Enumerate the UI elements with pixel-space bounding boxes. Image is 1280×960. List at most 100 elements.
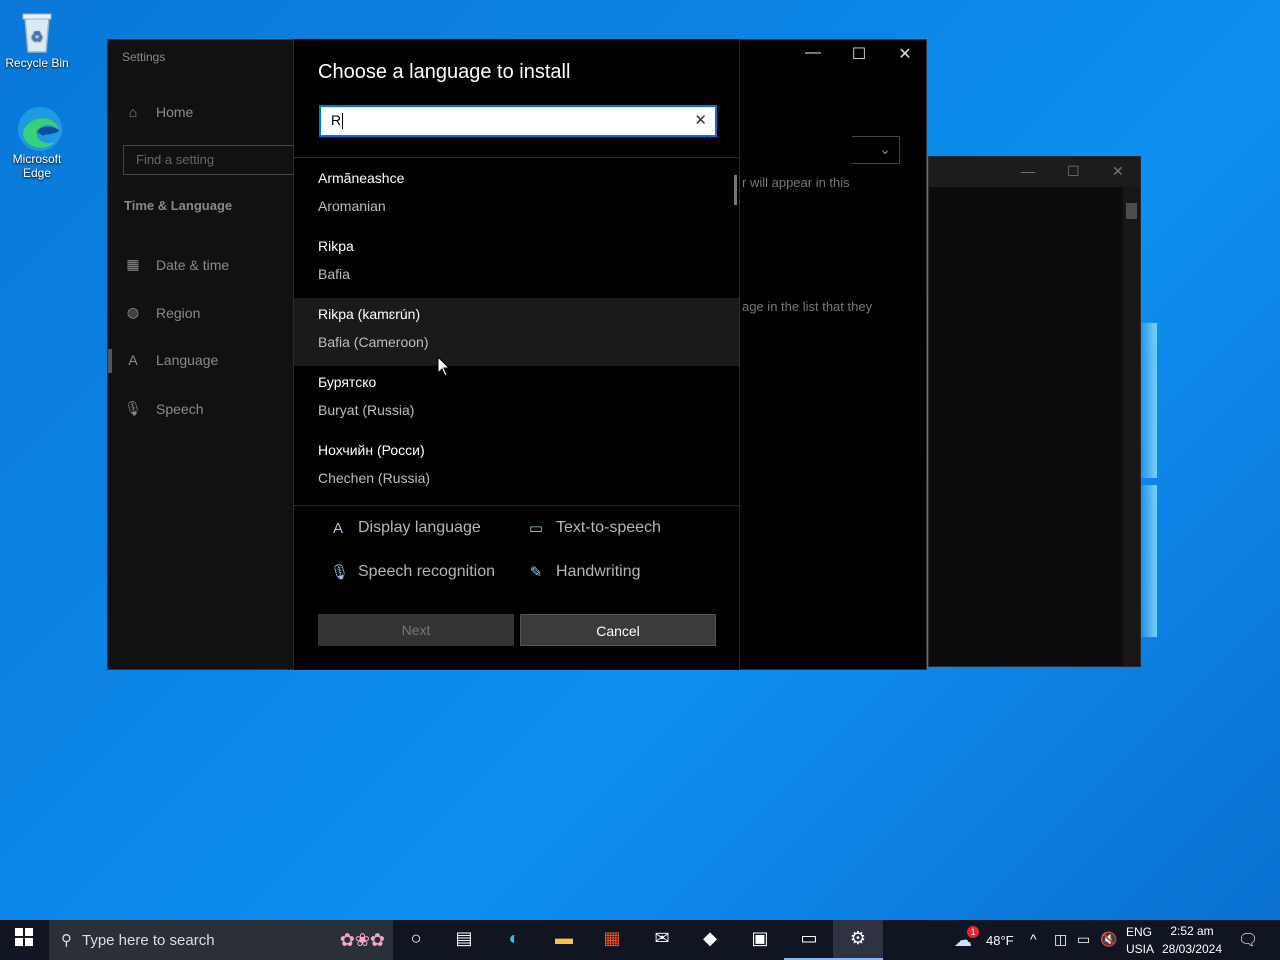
language-native-name: Бурятско [318,374,377,390]
lang-bottom: USIA [1126,942,1155,956]
text-to-speech-icon: ▭ [528,520,544,537]
language-english-name: Aromanian [318,198,386,214]
console-maximize-icon[interactable]: ☐ [1067,163,1080,180]
list-item[interactable]: Rikpa (kamɛrún) Bafia (Cameroon) [294,298,739,366]
cancel-button[interactable]: Cancel [520,614,716,646]
language-english-name: Buryat (Russia) [318,402,415,418]
wallpaper-light-pane-top [1141,323,1157,478]
recycle-bin-icon: ♻ [15,8,59,53]
list-bottom-divider [294,505,739,506]
nav-region-label: Region [156,304,201,321]
lang-top: ENG [1126,925,1153,939]
windows-logo-icon [15,928,33,946]
list-scrollbar[interactable] [734,175,737,205]
handwriting-icon: ✎ [529,564,543,581]
notification-icon[interactable]: 🗨 [1238,930,1258,950]
task-view-icon[interactable]: ▤ [451,928,477,952]
find-setting-input[interactable]: Find a setting [123,145,303,175]
weather-temp[interactable]: 48°F [986,933,1014,948]
desktop-icon-recycle-bin[interactable]: ♻ Recycle Bin [1,8,73,70]
calendar-clock-icon: ▦ [126,256,140,272]
console-scroll-thumb[interactable] [1126,203,1137,219]
console-close-icon[interactable]: ✕ [1112,163,1124,180]
minimize-button[interactable]: — [790,44,836,68]
dialog-title: Choose a language to install [318,61,571,83]
search-icon: ⚲ [61,932,72,949]
list-item[interactable]: Armãneashce Aromanian [294,162,739,230]
desktop-icon-edge[interactable]: Microsoft Edge [1,104,73,180]
nav-region[interactable]: ◍ Region [124,304,200,321]
nav-date-time[interactable]: ▦ Date & time [124,256,229,273]
start-button[interactable] [11,928,37,952]
microphone-icon: 🎙 [124,400,142,416]
language-native-name: Нохчийн (Росси) [318,442,425,458]
chevron-down-icon: ⌄ [879,141,891,157]
clear-icon[interactable]: ✕ [694,111,707,129]
language-english-name: Bafia (Cameroon) [318,334,429,350]
cherry-blossom-icon: ✿❀✿ [339,929,385,950]
language-native-name: Armãneashce [318,170,405,186]
app-icon[interactable]: ▣ [747,928,773,952]
language-native-name: Rikpa [318,238,354,254]
edge-icon [15,104,62,151]
console-scrollbar[interactable] [1123,187,1140,666]
feature-display-language-label: Display language [358,519,481,536]
volume-muted-icon[interactable]: 🔇 [1100,931,1117,948]
edge-taskbar-icon[interactable]: ◐ [501,928,527,952]
bg-dropdown[interactable]: ⌄ [852,136,900,164]
weather-badge: 1 [967,926,979,938]
bg-text-1: r will appear in this [742,175,850,190]
file-explorer-icon[interactable]: ▬ [551,928,577,952]
svg-text:♻: ♻ [31,29,44,45]
feature-handwriting-label: Handwriting [556,563,641,580]
taskbar: ⚲ Type here to search ✿❀✿ ○ ▤ ◐ ▬ ▦ ✉ ◆ … [0,920,1280,960]
language-list[interactable]: Armãneashce Aromanian Rikpa Bafia Rikpa … [294,162,739,502]
language-english-name: Chechen (Russia) [318,470,431,486]
clock-time: 2:52 am [1170,924,1214,938]
feature-handwriting: ✎ Handwriting [528,563,641,581]
recycle-bin-label: Recycle Bin [5,56,69,70]
settings-gear-icon[interactable]: ⚙ [845,928,871,952]
text-caret [342,113,344,130]
terminal-icon[interactable]: ▭ [796,928,822,952]
settings-sidebar: Settings ⌂ Home Find a setting Time & La… [108,40,303,669]
nav-home[interactable]: ⌂ Home [124,104,194,120]
meet-now-icon[interactable]: ◫ [1054,931,1067,948]
feature-speech-recognition-label: Speech recognition [358,563,495,580]
maximize-button[interactable]: ☐ [836,44,882,68]
nav-home-label: Home [156,104,194,120]
wallpaper-light-pane-bottom [1141,485,1157,637]
feature-speech-recognition: 🎙 Speech recognition [330,563,495,581]
language-search-input[interactable]: R ✕ [319,105,717,137]
list-top-divider [294,157,739,158]
console-titlebar[interactable]: — ☐ ✕ [929,157,1140,187]
section-title: Time & Language [124,198,233,213]
nav-date-time-label: Date & time [156,256,230,273]
language-english-name: Bafia [318,266,350,282]
cortana-icon[interactable]: ○ [403,928,429,952]
input-language[interactable]: ENG USIA [1126,925,1155,956]
console-minimize-icon[interactable]: — [1021,163,1035,179]
next-button[interactable]: Next [318,614,514,646]
close-button[interactable]: ✕ [882,44,928,68]
list-item[interactable]: Бурятско Buryat (Russia) [294,366,739,434]
list-item[interactable]: Rikpa Bafia [294,230,739,298]
taskbar-search-placeholder: Type here to search [82,931,215,949]
window-title: Settings [122,50,166,64]
console-window[interactable]: — ☐ ✕ [928,156,1141,667]
home-icon: ⌂ [128,104,138,120]
list-item[interactable]: Нохчийн (Росси) Chechen (Russia) [294,434,739,502]
bg-text-2: age in the list that they [742,299,873,314]
mail-icon[interactable]: ✉ [649,928,675,952]
taskbar-search-box[interactable]: ⚲ Type here to search ✿❀✿ [49,920,393,960]
search-value: R [331,112,342,128]
edge-label: Microsoft Edge [12,152,62,180]
clock[interactable]: 2:52 am 28/03/2024 [1160,924,1224,956]
nav-speech[interactable]: 🎙 Speech [124,400,203,417]
nav-language[interactable]: A Language [124,352,218,368]
store-icon[interactable]: ▦ [599,928,625,952]
network-icon[interactable]: ▭ [1077,931,1090,948]
nav-speech-label: Speech [156,400,204,417]
chevron-up-icon[interactable]: ^ [1030,931,1037,947]
roblox-icon[interactable]: ◆ [697,928,723,952]
